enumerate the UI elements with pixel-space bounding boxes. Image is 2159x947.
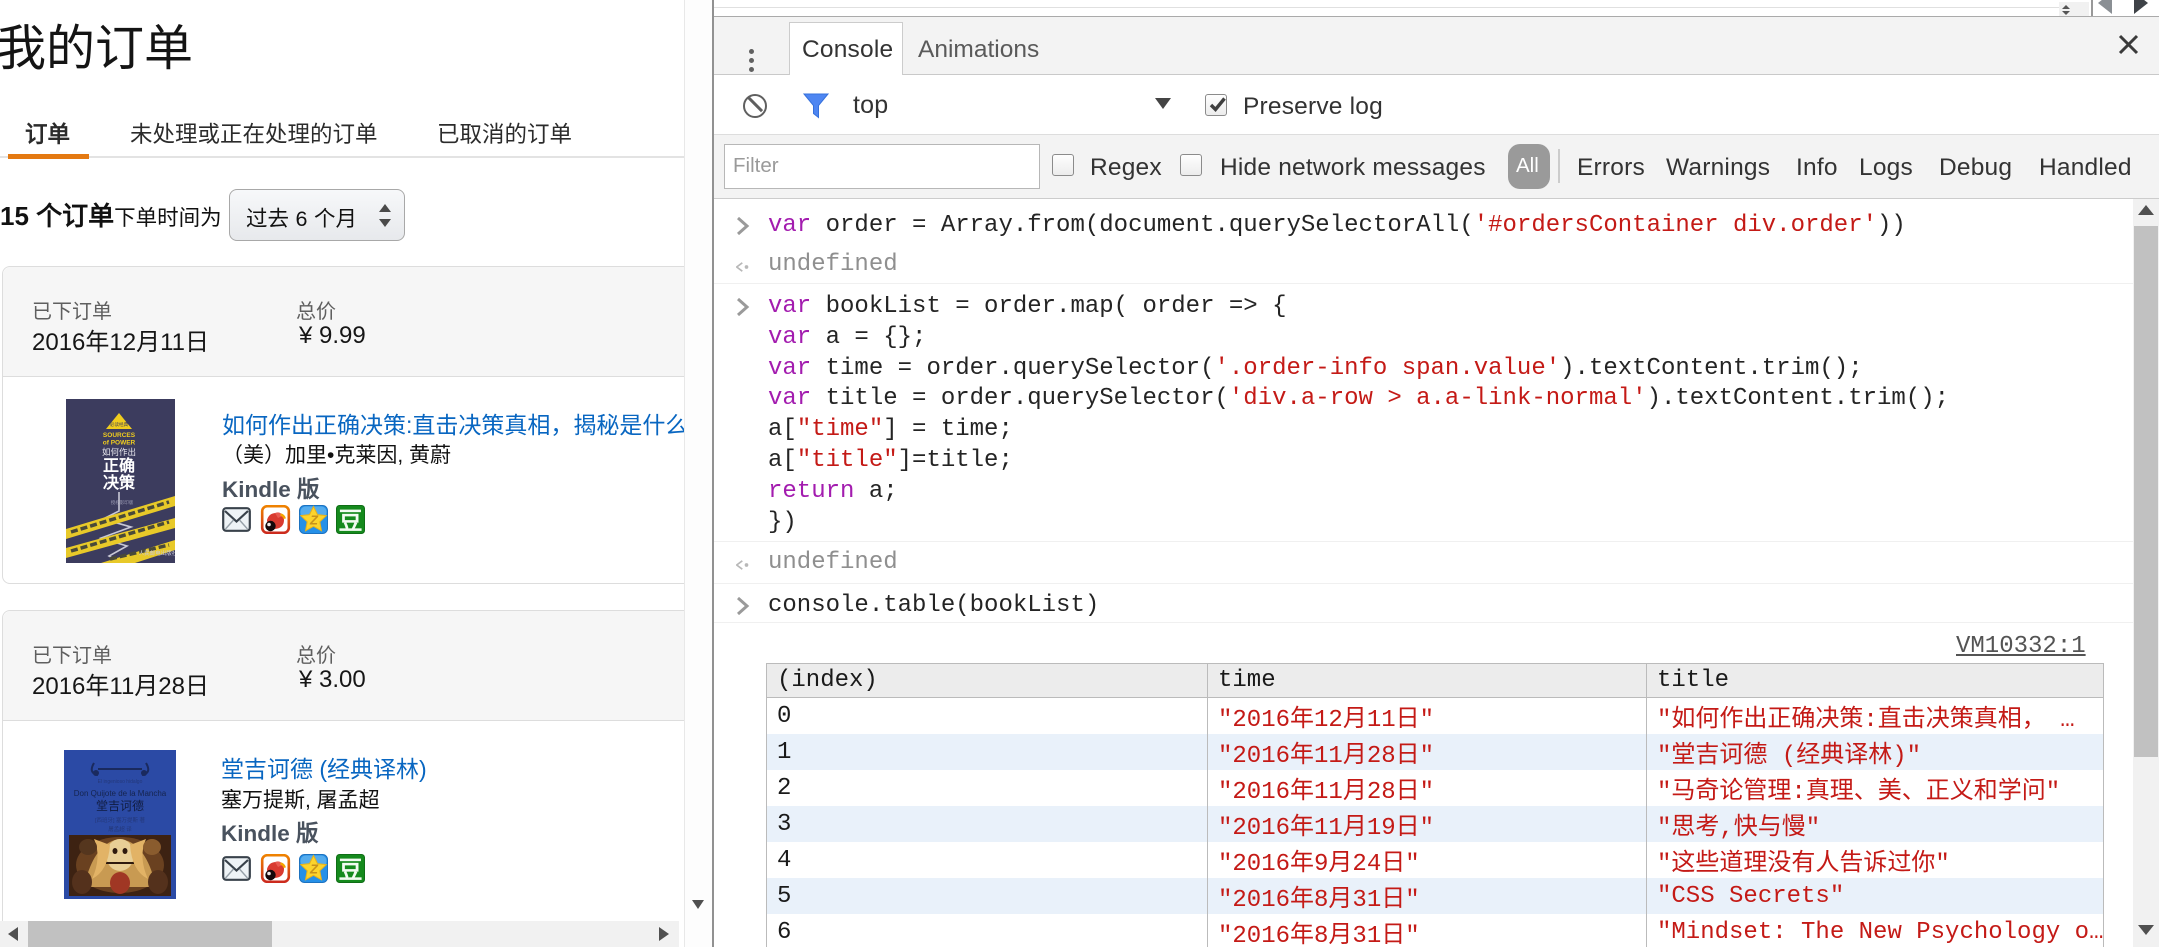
svg-text:如何作出: 如何作出 [102,447,136,457]
svg-text:豆: 豆 [339,857,363,883]
svg-text:决策: 决策 [103,473,136,492]
svg-text:SOURCES: SOURCES [103,432,136,439]
svg-text:Z: Z [309,862,319,877]
svg-text:El ingenioso hidalgo: El ingenioso hidalgo [98,779,143,785]
svg-text:授权影印版: 授权影印版 [111,499,134,506]
svg-text:Don Quijote de la Mancha: Don Quijote de la Mancha [74,789,167,798]
svg-text:人民邮电出版社: 人民邮电出版社 [139,549,175,557]
svg-text:正确: 正确 [103,456,135,475]
svg-text:屠孟超 译: 屠孟超 译 [108,825,132,833]
svg-text:[西班牙] 塞万提斯 著: [西班牙] 塞万提斯 著 [95,816,146,824]
svg-text:必读经典: 必读经典 [110,421,128,428]
svg-text:Z: Z [309,513,319,528]
svg-text:堂吉诃德: 堂吉诃德 [96,798,144,813]
svg-text:豆: 豆 [339,508,363,534]
svg-text:of POWER: of POWER [103,440,136,447]
